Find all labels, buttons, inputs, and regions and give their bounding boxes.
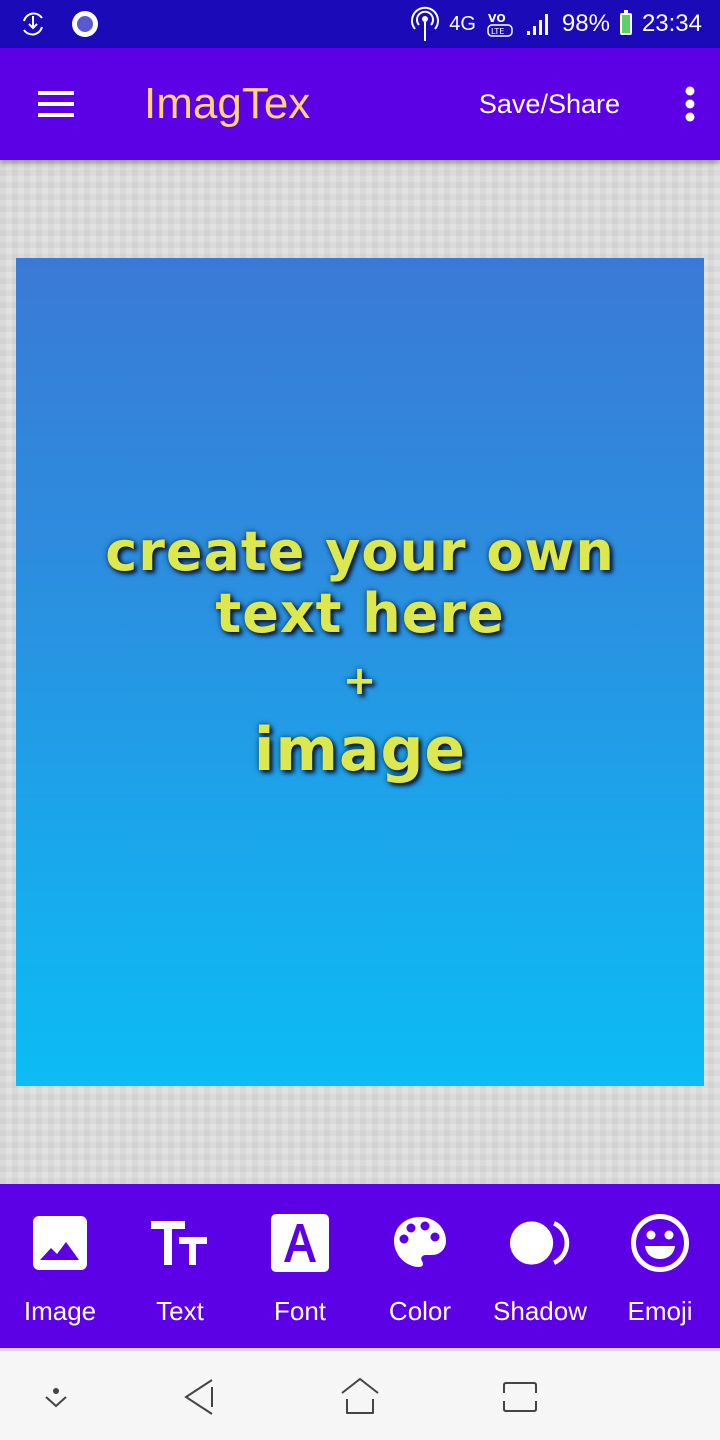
tool-image[interactable]: Image — [0, 1184, 120, 1348]
app-title: ImagTex — [144, 79, 311, 128]
image-icon — [33, 1216, 87, 1270]
tool-text[interactable]: Text — [120, 1184, 240, 1348]
hotspot-icon — [411, 6, 440, 42]
hide-nav-icon — [45, 1388, 67, 1408]
shadow-icon — [509, 1221, 570, 1265]
tool-label: Emoji — [627, 1296, 693, 1326]
back-button[interactable] — [170, 1369, 230, 1425]
tool-emoji[interactable]: Emoji — [600, 1184, 720, 1348]
tool-shadow[interactable]: Shadow — [480, 1184, 600, 1348]
tool-label: Color — [388, 1296, 452, 1326]
image-canvas[interactable]: create your own text here + image — [16, 258, 704, 1086]
battery-percent: 98% — [561, 10, 610, 37]
tool-label: Font — [273, 1296, 327, 1326]
text-size-icon — [151, 1221, 207, 1265]
system-nav-bar — [0, 1348, 720, 1440]
palette-icon — [394, 1217, 446, 1267]
save-share-button[interactable]: Save/Share — [479, 89, 620, 120]
recents-button[interactable] — [490, 1369, 550, 1425]
more-vert-icon — [685, 86, 695, 122]
app-bar: ImagTex Save/Share — [0, 48, 720, 160]
hide-nav-button[interactable] — [26, 1369, 86, 1425]
tool-label: Shadow — [493, 1296, 587, 1326]
canvas-text-line: image — [253, 715, 467, 785]
svg-text:VO: VO — [488, 12, 506, 25]
home-button[interactable] — [330, 1369, 390, 1425]
workspace: create your own text here + image — [0, 160, 720, 1184]
tool-label: Text — [156, 1296, 204, 1326]
menu-button[interactable] — [0, 48, 112, 160]
more-options-button[interactable] — [660, 48, 720, 160]
record-dot-icon — [70, 9, 100, 39]
battery-icon — [619, 10, 632, 35]
emoji-icon — [631, 1214, 689, 1272]
tool-color[interactable]: Color — [360, 1184, 480, 1348]
svg-text:LTE: LTE — [491, 27, 504, 36]
clock: 23:34 — [641, 10, 702, 37]
bottom-toolbar: Image Text Font Color Shadow Emoji — [0, 1184, 720, 1348]
recents-icon — [503, 1382, 537, 1412]
download-sync-icon — [18, 9, 48, 39]
canvas-text[interactable]: create your own text here + image — [105, 520, 615, 785]
tool-font[interactable]: Font — [240, 1184, 360, 1348]
canvas-text-line: text here — [215, 582, 505, 645]
back-icon — [184, 1379, 213, 1415]
status-bar: 4G VO LTE 98% 23:34 — [0, 0, 720, 48]
signal-icon — [526, 12, 552, 36]
canvas-text-line: create your own — [105, 520, 615, 583]
canvas-text-line: + — [342, 658, 378, 704]
network-type: 4G — [449, 12, 476, 35]
hamburger-icon — [38, 91, 74, 117]
font-icon — [271, 1214, 329, 1272]
tool-label: Image — [23, 1296, 97, 1326]
volte-icon: VO LTE — [486, 9, 516, 39]
home-icon — [341, 1377, 379, 1414]
